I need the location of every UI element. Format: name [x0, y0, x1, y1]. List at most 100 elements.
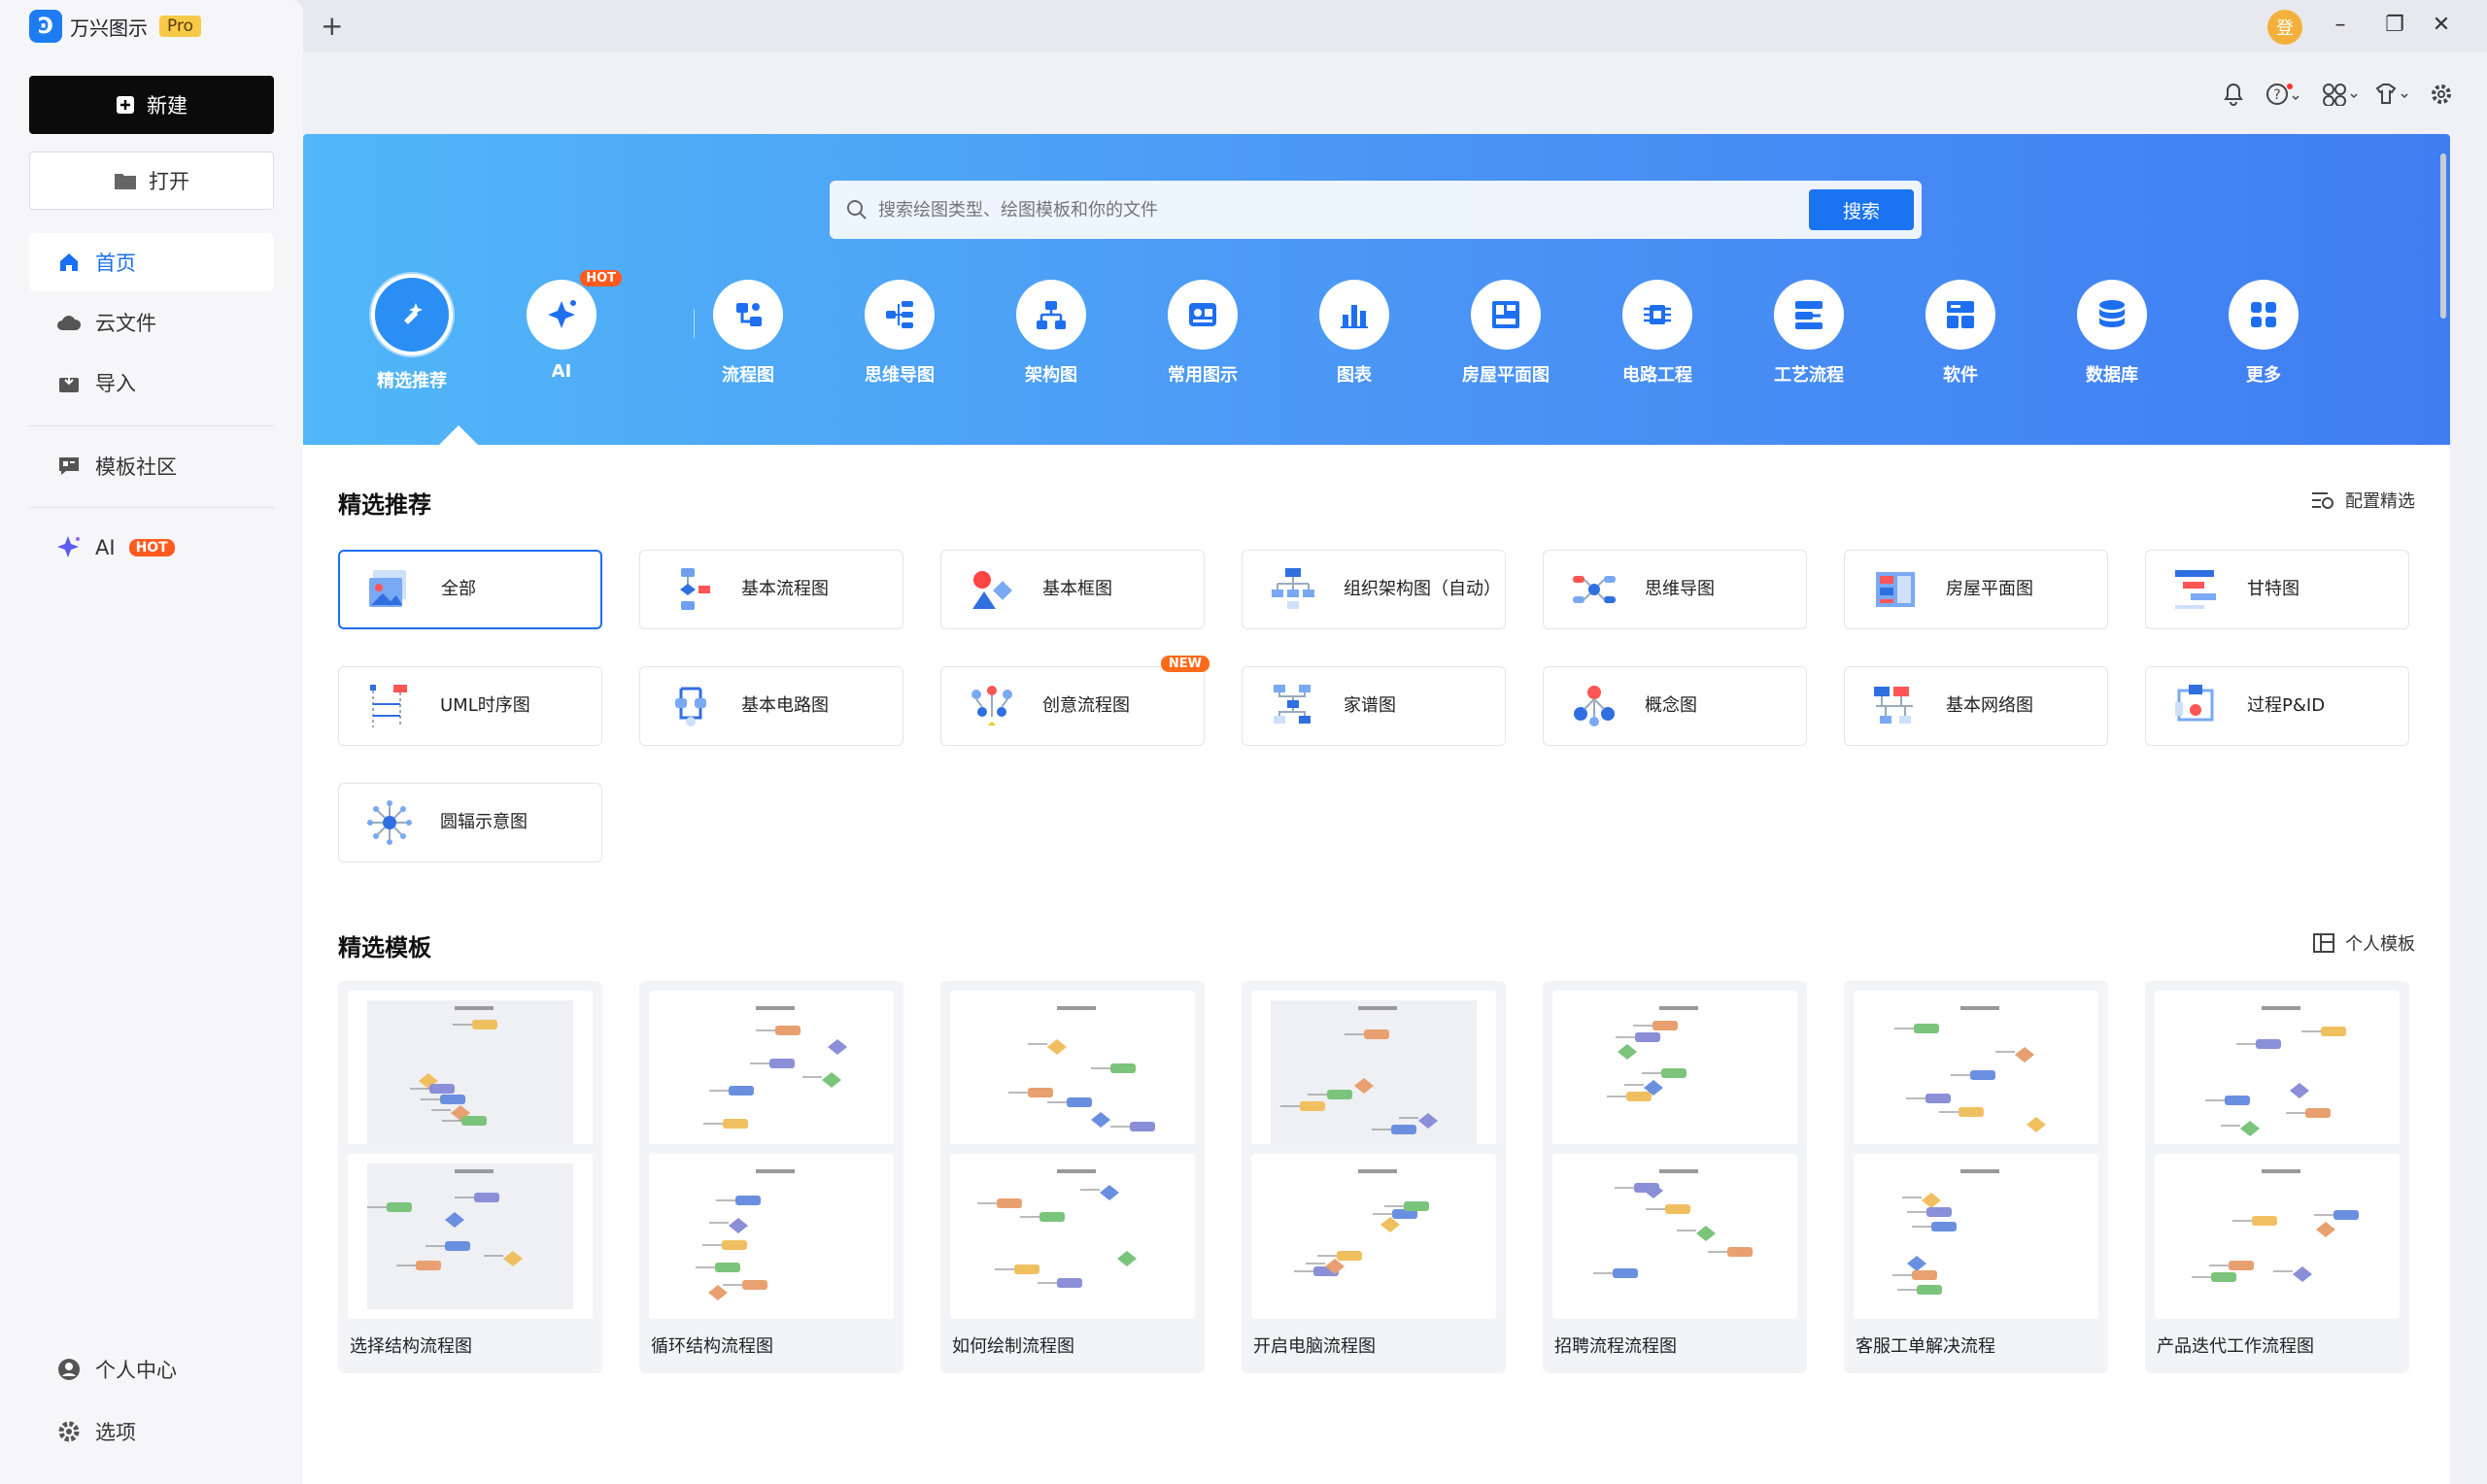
- shirt-theme-icon[interactable]: [2372, 80, 2415, 109]
- restore-icon[interactable]: ❐: [2380, 10, 2409, 39]
- diagram-type-icon: [680, 568, 710, 610]
- ai-sparkle-icon: [56, 535, 82, 560]
- tile-label: 房屋平面图: [1946, 579, 2033, 600]
- diagram-type-tile[interactable]: 甘特图: [2145, 550, 2409, 629]
- diagram-type-tile[interactable]: 基本流程图: [639, 550, 903, 629]
- bell-icon[interactable]: [2219, 80, 2248, 109]
- home-icon: [56, 250, 82, 275]
- category-common-diagram[interactable]: 常用图示: [1144, 280, 1261, 387]
- diagram-type-tile[interactable]: 基本网络图: [1844, 666, 2108, 746]
- category-label: 图表: [1337, 365, 1372, 386]
- sidebar-item-options[interactable]: 选项: [29, 1402, 274, 1461]
- more-grid-icon: [2229, 280, 2299, 350]
- sidebar-item-label: 模板社区: [95, 455, 177, 479]
- template-thumbnail: [1854, 1154, 2098, 1319]
- tile-label: 基本网络图: [1946, 695, 2033, 717]
- category-floor-plan[interactable]: 房屋平面图: [1448, 280, 1564, 387]
- diagram-type-tile[interactable]: 组织架构图（自动）: [1242, 550, 1506, 629]
- sidebar-item-template-community[interactable]: 模板社区: [29, 437, 274, 495]
- config-featured-link[interactable]: 配置精选: [2310, 488, 2415, 513]
- diagram-type-tile[interactable]: 基本框图: [940, 550, 1205, 629]
- new-button-label: 新建: [147, 94, 187, 118]
- diagram-type-tile[interactable]: 过程P&ID: [2145, 666, 2409, 746]
- category-flowchart[interactable]: 流程图: [690, 280, 806, 387]
- sidebar-item-ai[interactable]: AI HOT: [29, 519, 274, 577]
- sidebar-item-label: 首页: [95, 252, 136, 275]
- hero-banner: 搜索 精选推荐 HOT AI 流程图 思维导图 架构图 常用图示 图表 房屋平面图 电路工程 工艺流…: [303, 134, 2450, 445]
- diagram-type-tile[interactable]: 房屋平面图: [1844, 550, 2108, 629]
- diagram-type-tile[interactable]: UML时序图: [338, 666, 602, 746]
- category-label: 思维导图: [865, 365, 935, 386]
- tile-label: 全部: [441, 579, 476, 600]
- category-label: 电路工程: [1622, 365, 1692, 386]
- category-ai-star[interactable]: HOT AI: [503, 270, 622, 382]
- app-tab[interactable]: Ͽ 万兴图示 Pro: [0, 0, 303, 52]
- divider: [29, 507, 274, 508]
- sidebar-item-import[interactable]: 导入: [29, 354, 274, 412]
- diagram-type-icon: [1574, 686, 1615, 726]
- category-software[interactable]: 软件: [1902, 280, 2019, 387]
- template-layout-icon: [2313, 933, 2334, 953]
- category-bar-chart[interactable]: 图表: [1296, 280, 1413, 387]
- diagram-type-tile[interactable]: 家谱图: [1242, 666, 1506, 746]
- category-process[interactable]: 工艺流程: [1751, 280, 1867, 387]
- diagram-type-icon: [367, 800, 412, 845]
- diagram-type-tile[interactable]: 概念图: [1543, 666, 1807, 746]
- sidebar-item-profile[interactable]: 个人中心: [29, 1340, 274, 1399]
- sidebar-item-cloud[interactable]: 云文件: [29, 293, 274, 352]
- open-button[interactable]: 打开: [29, 152, 274, 210]
- selected-pointer: [439, 425, 478, 445]
- template-label: 如何绘制流程图: [952, 1336, 1074, 1357]
- mindmap-icon: [865, 280, 935, 350]
- template-card[interactable]: 客服工单解决流程: [1844, 1144, 2108, 1373]
- category-label: 数据库: [2086, 365, 2138, 386]
- diagram-type-icon: [1876, 572, 1915, 607]
- category-sparkle-brush[interactable]: 精选推荐: [354, 274, 470, 392]
- template-card[interactable]: 选择结构流程图: [338, 1144, 602, 1373]
- sidebar-item-label: 选项: [95, 1421, 136, 1444]
- sidebar-item-home[interactable]: 首页: [29, 233, 274, 291]
- diagram-type-tile[interactable]: 圆辐示意图: [338, 783, 602, 862]
- personal-templates-link[interactable]: 个人模板: [2312, 930, 2415, 956]
- sidebar: 新建 打开 首页 云文件 导入 模板社区 AI HOT 个人中心 选项: [0, 52, 303, 1484]
- tile-label: 概念图: [1645, 695, 1697, 717]
- search-bar: 搜索: [830, 181, 1922, 239]
- diagram-type-tile[interactable]: 思维导图: [1543, 550, 1807, 629]
- search-input[interactable]: [878, 199, 1809, 220]
- new-button[interactable]: 新建: [29, 76, 274, 134]
- search-icon: [847, 200, 867, 219]
- scrollbar[interactable]: [2440, 153, 2446, 319]
- apps-grid-icon[interactable]: [2320, 80, 2363, 109]
- diagram-type-tile[interactable]: 基本电路图: [639, 666, 903, 746]
- diagram-type-tile[interactable]: 创意流程图 NEW: [940, 656, 1209, 746]
- category-circuit[interactable]: 电路工程: [1599, 280, 1716, 387]
- category-org-chart[interactable]: 架构图: [993, 280, 1109, 387]
- minimize-icon[interactable]: –: [2326, 10, 2355, 39]
- template-card[interactable]: 产品迭代工作流程图: [2145, 1144, 2409, 1373]
- category-label: AI: [551, 361, 572, 382]
- template-thumbnail: [2155, 991, 2400, 1156]
- category-label: 精选推荐: [377, 371, 447, 391]
- category-label: 常用图示: [1168, 365, 1238, 386]
- template-label: 选择结构流程图: [350, 1336, 472, 1357]
- diagram-type-icon: [1272, 568, 1314, 609]
- template-card[interactable]: 开启电脑流程图: [1242, 1144, 1506, 1373]
- tile-label: 组织架构图（自动）: [1344, 579, 1501, 600]
- template-label: 招聘流程流程图: [1554, 1336, 1677, 1357]
- category-database[interactable]: 数据库: [2054, 280, 2170, 387]
- template-card[interactable]: 循环结构流程图: [639, 1144, 903, 1373]
- app-logo-icon: Ͽ: [29, 10, 62, 43]
- help-icon[interactable]: ?: [2264, 80, 2306, 109]
- main-content: 搜索 精选推荐HOTAI流程图思维导图架构图常用图示图表房屋平面图电路工程工艺流…: [303, 134, 2450, 1484]
- close-icon[interactable]: ✕: [2427, 10, 2456, 39]
- category-mindmap[interactable]: 思维导图: [841, 280, 958, 387]
- template-card[interactable]: 招聘流程流程图: [1543, 1144, 1807, 1373]
- template-card[interactable]: 如何绘制流程图: [940, 1144, 1205, 1373]
- settings-gear-icon[interactable]: [2427, 80, 2456, 109]
- category-more-grid[interactable]: 更多: [2205, 280, 2322, 387]
- new-tab-plus-icon[interactable]: +: [321, 10, 343, 42]
- user-avatar[interactable]: 登: [2267, 10, 2302, 45]
- new-badge: NEW: [1160, 656, 1209, 672]
- diagram-type-tile[interactable]: 全部: [338, 550, 602, 629]
- search-button[interactable]: 搜索: [1809, 189, 1914, 230]
